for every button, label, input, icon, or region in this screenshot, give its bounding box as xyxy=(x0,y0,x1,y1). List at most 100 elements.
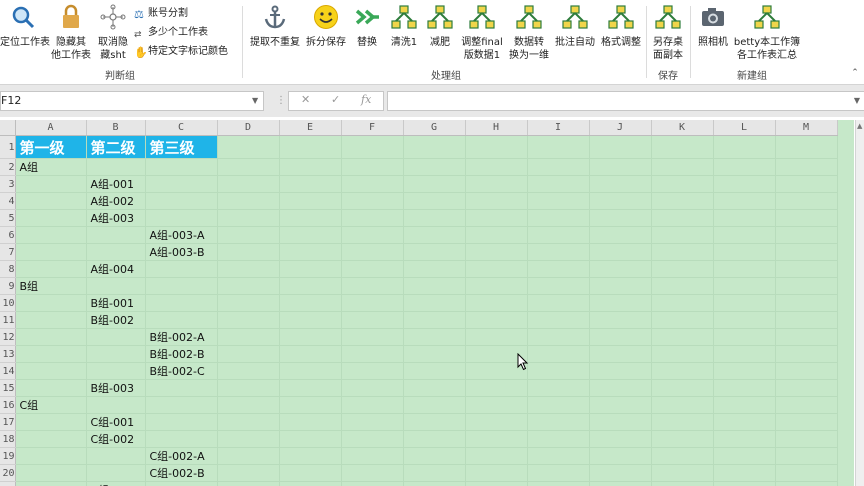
cell[interactable] xyxy=(713,243,776,261)
cell[interactable] xyxy=(713,311,776,329)
formula-bar-divider-icon[interactable]: ⋮ xyxy=(276,95,286,106)
cell[interactable] xyxy=(527,379,590,397)
cell[interactable] xyxy=(217,481,280,486)
cell[interactable] xyxy=(651,277,714,295)
cell[interactable] xyxy=(527,209,590,227)
cell[interactable] xyxy=(775,447,838,465)
cell[interactable] xyxy=(713,481,776,486)
cell[interactable] xyxy=(15,413,87,431)
cell[interactable] xyxy=(403,209,466,227)
cell[interactable] xyxy=(775,294,838,312)
cell[interactable] xyxy=(279,379,342,397)
cell[interactable] xyxy=(341,192,404,210)
cell[interactable] xyxy=(775,209,838,227)
cell[interactable] xyxy=(651,175,714,193)
cell[interactable]: C组-001 xyxy=(86,413,146,431)
cell[interactable] xyxy=(15,464,87,482)
cell[interactable] xyxy=(713,158,776,176)
cell[interactable]: C组 xyxy=(15,396,87,414)
replace-button[interactable]: 替换 xyxy=(350,4,384,49)
cell[interactable] xyxy=(651,396,714,414)
cell[interactable] xyxy=(527,294,590,312)
cell[interactable] xyxy=(217,430,280,448)
row-header[interactable]: 21 xyxy=(0,481,16,486)
cell[interactable] xyxy=(527,260,590,278)
cell[interactable] xyxy=(589,447,652,465)
cell[interactable] xyxy=(527,413,590,431)
cell[interactable]: A组-004 xyxy=(86,260,146,278)
cell[interactable] xyxy=(279,192,342,210)
cell[interactable] xyxy=(403,328,466,346)
cell[interactable] xyxy=(279,481,342,486)
cell[interactable] xyxy=(465,260,528,278)
cell[interactable] xyxy=(341,226,404,244)
cell[interactable] xyxy=(527,447,590,465)
cell[interactable] xyxy=(403,192,466,210)
cell[interactable] xyxy=(713,226,776,244)
name-box-dropdown-icon[interactable]: ▼ xyxy=(252,96,258,105)
cell[interactable] xyxy=(589,192,652,210)
cell[interactable] xyxy=(86,362,146,380)
cell[interactable] xyxy=(279,158,342,176)
cell[interactable] xyxy=(403,226,466,244)
cell[interactable] xyxy=(651,158,714,176)
cell[interactable] xyxy=(217,226,280,244)
cell[interactable] xyxy=(403,396,466,414)
cell[interactable] xyxy=(713,175,776,193)
cell[interactable] xyxy=(341,413,404,431)
cell[interactable] xyxy=(465,158,528,176)
cell[interactable] xyxy=(775,413,838,431)
cell[interactable] xyxy=(465,464,528,482)
cell[interactable] xyxy=(403,379,466,397)
cell[interactable] xyxy=(15,362,87,380)
cell[interactable] xyxy=(217,209,280,227)
cell[interactable] xyxy=(145,192,218,210)
cell[interactable] xyxy=(651,345,714,363)
cell[interactable] xyxy=(217,328,280,346)
cell[interactable] xyxy=(589,135,652,159)
cell[interactable] xyxy=(403,294,466,312)
locate-sheet-button[interactable]: 定位工作表 xyxy=(0,4,50,49)
cell[interactable] xyxy=(403,430,466,448)
cell[interactable] xyxy=(589,243,652,261)
cell[interactable] xyxy=(15,243,87,261)
cell[interactable] xyxy=(713,328,776,346)
cell[interactable] xyxy=(403,158,466,176)
cell[interactable] xyxy=(589,464,652,482)
collapse-ribbon-icon[interactable]: ⌃ xyxy=(850,68,860,78)
cell[interactable] xyxy=(775,243,838,261)
cell[interactable]: C组-003 xyxy=(86,481,146,486)
cell[interactable] xyxy=(527,135,590,159)
header-cell[interactable]: 第三级 xyxy=(145,135,218,159)
cell[interactable] xyxy=(279,277,342,295)
cell[interactable] xyxy=(527,192,590,210)
row-header[interactable]: 6 xyxy=(0,226,16,244)
cell[interactable] xyxy=(775,311,838,329)
cell[interactable] xyxy=(403,175,466,193)
cell[interactable] xyxy=(651,379,714,397)
cell[interactable] xyxy=(145,158,218,176)
cell[interactable] xyxy=(341,481,404,486)
cell[interactable]: A组-001 xyxy=(86,175,146,193)
column-header[interactable]: A xyxy=(15,120,87,136)
cell[interactable] xyxy=(279,328,342,346)
cell[interactable] xyxy=(145,311,218,329)
cell[interactable] xyxy=(341,379,404,397)
cell[interactable] xyxy=(651,243,714,261)
row-header[interactable]: 17 xyxy=(0,413,16,431)
expand-formula-icon[interactable]: ▼ xyxy=(854,96,860,105)
cell[interactable] xyxy=(527,243,590,261)
cell[interactable] xyxy=(651,192,714,210)
cell[interactable] xyxy=(403,413,466,431)
format-adjust-button[interactable]: 格式调整 xyxy=(598,4,644,49)
cell[interactable] xyxy=(86,277,146,295)
column-header[interactable]: F xyxy=(341,120,404,136)
cell[interactable] xyxy=(145,481,218,486)
cell[interactable] xyxy=(341,447,404,465)
cell[interactable] xyxy=(279,396,342,414)
cell[interactable] xyxy=(651,464,714,482)
cell[interactable] xyxy=(279,464,342,482)
cell[interactable] xyxy=(713,413,776,431)
cell[interactable] xyxy=(15,447,87,465)
cell[interactable]: A组-003-A xyxy=(145,226,218,244)
